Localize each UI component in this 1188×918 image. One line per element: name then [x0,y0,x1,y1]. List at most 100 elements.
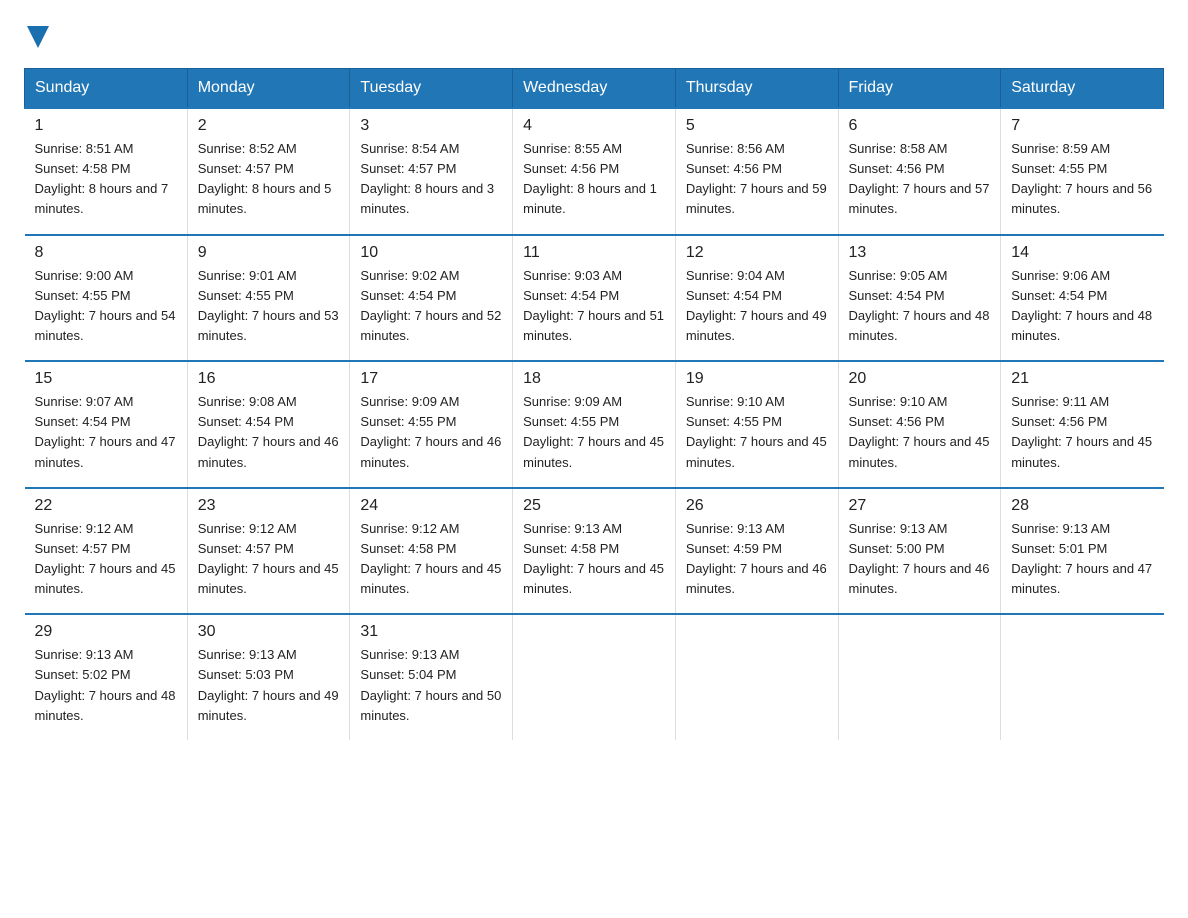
calendar-cell: 7 Sunrise: 8:59 AM Sunset: 4:55 PM Dayli… [1001,108,1164,235]
day-number: 6 [849,117,991,135]
calendar-cell: 20 Sunrise: 9:10 AM Sunset: 4:56 PM Dayl… [838,361,1001,488]
day-number: 20 [849,370,991,388]
calendar-cell: 2 Sunrise: 8:52 AM Sunset: 4:57 PM Dayli… [187,108,350,235]
day-number: 10 [360,244,502,262]
day-number: 1 [35,117,177,135]
calendar-cell: 11 Sunrise: 9:03 AM Sunset: 4:54 PM Dayl… [513,235,676,362]
calendar-week-row: 29 Sunrise: 9:13 AM Sunset: 5:02 PM Dayl… [25,614,1164,740]
calendar-cell: 28 Sunrise: 9:13 AM Sunset: 5:01 PM Dayl… [1001,488,1164,615]
day-info: Sunrise: 9:01 AM Sunset: 4:55 PM Dayligh… [198,266,340,347]
calendar-cell: 6 Sunrise: 8:58 AM Sunset: 4:56 PM Dayli… [838,108,1001,235]
day-number: 11 [523,244,665,262]
day-info: Sunrise: 9:07 AM Sunset: 4:54 PM Dayligh… [35,392,177,473]
calendar-cell: 27 Sunrise: 9:13 AM Sunset: 5:00 PM Dayl… [838,488,1001,615]
day-number: 21 [1011,370,1153,388]
day-info: Sunrise: 9:12 AM Sunset: 4:57 PM Dayligh… [198,519,340,600]
calendar-table: SundayMondayTuesdayWednesdayThursdayFrid… [24,68,1164,740]
day-number: 9 [198,244,340,262]
column-header-tuesday: Tuesday [350,69,513,109]
day-info: Sunrise: 9:05 AM Sunset: 4:54 PM Dayligh… [849,266,991,347]
calendar-cell: 18 Sunrise: 9:09 AM Sunset: 4:55 PM Dayl… [513,361,676,488]
day-number: 3 [360,117,502,135]
day-number: 28 [1011,497,1153,515]
calendar-cell: 21 Sunrise: 9:11 AM Sunset: 4:56 PM Dayl… [1001,361,1164,488]
day-number: 31 [360,623,502,641]
day-info: Sunrise: 9:06 AM Sunset: 4:54 PM Dayligh… [1011,266,1153,347]
logo-triangle-icon [27,26,49,48]
calendar-cell: 30 Sunrise: 9:13 AM Sunset: 5:03 PM Dayl… [187,614,350,740]
column-header-monday: Monday [187,69,350,109]
calendar-cell: 9 Sunrise: 9:01 AM Sunset: 4:55 PM Dayli… [187,235,350,362]
calendar-cell: 12 Sunrise: 9:04 AM Sunset: 4:54 PM Dayl… [675,235,838,362]
column-header-thursday: Thursday [675,69,838,109]
day-number: 18 [523,370,665,388]
calendar-cell: 5 Sunrise: 8:56 AM Sunset: 4:56 PM Dayli… [675,108,838,235]
day-number: 27 [849,497,991,515]
day-info: Sunrise: 9:12 AM Sunset: 4:57 PM Dayligh… [35,519,177,600]
day-number: 25 [523,497,665,515]
day-info: Sunrise: 8:52 AM Sunset: 4:57 PM Dayligh… [198,139,340,220]
calendar-week-row: 8 Sunrise: 9:00 AM Sunset: 4:55 PM Dayli… [25,235,1164,362]
day-info: Sunrise: 8:54 AM Sunset: 4:57 PM Dayligh… [360,139,502,220]
calendar-cell: 19 Sunrise: 9:10 AM Sunset: 4:55 PM Dayl… [675,361,838,488]
day-info: Sunrise: 9:13 AM Sunset: 5:04 PM Dayligh… [360,645,502,726]
calendar-cell: 1 Sunrise: 8:51 AM Sunset: 4:58 PM Dayli… [25,108,188,235]
day-number: 12 [686,244,828,262]
column-header-saturday: Saturday [1001,69,1164,109]
day-number: 8 [35,244,177,262]
column-header-wednesday: Wednesday [513,69,676,109]
calendar-cell: 31 Sunrise: 9:13 AM Sunset: 5:04 PM Dayl… [350,614,513,740]
day-info: Sunrise: 9:13 AM Sunset: 4:59 PM Dayligh… [686,519,828,600]
day-number: 2 [198,117,340,135]
page-header [24,24,1164,48]
day-number: 29 [35,623,177,641]
day-info: Sunrise: 9:10 AM Sunset: 4:55 PM Dayligh… [686,392,828,473]
day-info: Sunrise: 9:10 AM Sunset: 4:56 PM Dayligh… [849,392,991,473]
logo [24,24,49,48]
day-info: Sunrise: 9:02 AM Sunset: 4:54 PM Dayligh… [360,266,502,347]
day-info: Sunrise: 8:58 AM Sunset: 4:56 PM Dayligh… [849,139,991,220]
day-info: Sunrise: 9:08 AM Sunset: 4:54 PM Dayligh… [198,392,340,473]
calendar-header-row: SundayMondayTuesdayWednesdayThursdayFrid… [25,69,1164,109]
calendar-cell: 13 Sunrise: 9:05 AM Sunset: 4:54 PM Dayl… [838,235,1001,362]
day-info: Sunrise: 8:51 AM Sunset: 4:58 PM Dayligh… [35,139,177,220]
calendar-cell: 29 Sunrise: 9:13 AM Sunset: 5:02 PM Dayl… [25,614,188,740]
calendar-cell: 22 Sunrise: 9:12 AM Sunset: 4:57 PM Dayl… [25,488,188,615]
day-info: Sunrise: 9:03 AM Sunset: 4:54 PM Dayligh… [523,266,665,347]
day-info: Sunrise: 8:59 AM Sunset: 4:55 PM Dayligh… [1011,139,1153,220]
column-header-friday: Friday [838,69,1001,109]
calendar-cell [675,614,838,740]
day-info: Sunrise: 8:55 AM Sunset: 4:56 PM Dayligh… [523,139,665,220]
calendar-cell: 26 Sunrise: 9:13 AM Sunset: 4:59 PM Dayl… [675,488,838,615]
day-number: 15 [35,370,177,388]
calendar-cell: 16 Sunrise: 9:08 AM Sunset: 4:54 PM Dayl… [187,361,350,488]
day-number: 19 [686,370,828,388]
calendar-cell: 23 Sunrise: 9:12 AM Sunset: 4:57 PM Dayl… [187,488,350,615]
day-number: 14 [1011,244,1153,262]
day-number: 17 [360,370,502,388]
calendar-week-row: 22 Sunrise: 9:12 AM Sunset: 4:57 PM Dayl… [25,488,1164,615]
calendar-cell: 15 Sunrise: 9:07 AM Sunset: 4:54 PM Dayl… [25,361,188,488]
day-info: Sunrise: 9:12 AM Sunset: 4:58 PM Dayligh… [360,519,502,600]
day-number: 16 [198,370,340,388]
calendar-cell: 8 Sunrise: 9:00 AM Sunset: 4:55 PM Dayli… [25,235,188,362]
calendar-cell: 14 Sunrise: 9:06 AM Sunset: 4:54 PM Dayl… [1001,235,1164,362]
calendar-cell: 4 Sunrise: 8:55 AM Sunset: 4:56 PM Dayli… [513,108,676,235]
calendar-cell: 25 Sunrise: 9:13 AM Sunset: 4:58 PM Dayl… [513,488,676,615]
day-number: 24 [360,497,502,515]
day-number: 13 [849,244,991,262]
calendar-cell: 10 Sunrise: 9:02 AM Sunset: 4:54 PM Dayl… [350,235,513,362]
day-info: Sunrise: 9:09 AM Sunset: 4:55 PM Dayligh… [360,392,502,473]
day-info: Sunrise: 9:09 AM Sunset: 4:55 PM Dayligh… [523,392,665,473]
calendar-cell: 17 Sunrise: 9:09 AM Sunset: 4:55 PM Dayl… [350,361,513,488]
calendar-cell [838,614,1001,740]
day-info: Sunrise: 9:13 AM Sunset: 5:02 PM Dayligh… [35,645,177,726]
calendar-cell [1001,614,1164,740]
day-number: 30 [198,623,340,641]
day-info: Sunrise: 9:00 AM Sunset: 4:55 PM Dayligh… [35,266,177,347]
day-number: 22 [35,497,177,515]
calendar-cell: 24 Sunrise: 9:12 AM Sunset: 4:58 PM Dayl… [350,488,513,615]
day-info: Sunrise: 9:11 AM Sunset: 4:56 PM Dayligh… [1011,392,1153,473]
day-info: Sunrise: 8:56 AM Sunset: 4:56 PM Dayligh… [686,139,828,220]
day-info: Sunrise: 9:04 AM Sunset: 4:54 PM Dayligh… [686,266,828,347]
